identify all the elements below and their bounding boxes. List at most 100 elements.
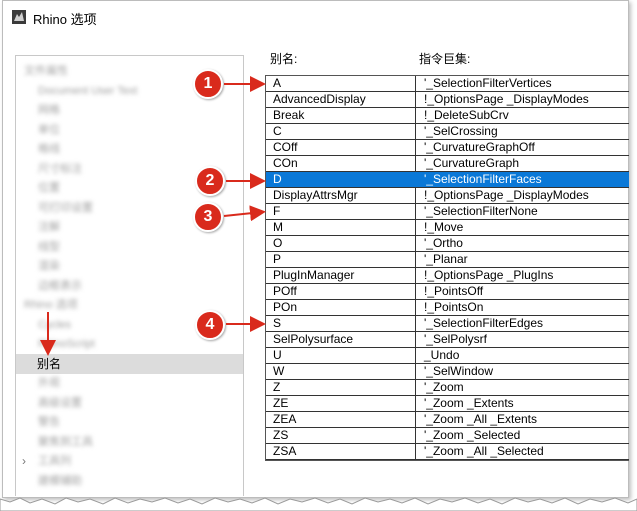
alias-macro-cell[interactable]: '_SelectionFilterNone (424, 204, 538, 219)
alias-name-cell[interactable]: ZSA (273, 444, 296, 459)
tree-item[interactable]: Rhino 选项 (24, 295, 78, 315)
alias-name-cell[interactable]: POff (273, 284, 297, 299)
tree-item[interactable]: 外观 (38, 373, 60, 393)
alias-row[interactable]: COn '_CurvatureGraph (266, 156, 629, 172)
alias-row[interactable]: ZEA '_Zoom _All _Extents (266, 412, 629, 428)
alias-name-cell[interactable]: Break (273, 108, 304, 123)
tree-item[interactable]: 格线 (38, 139, 60, 159)
alias-table[interactable]: A '_SelectionFilterVertices AdvancedDispla… (265, 75, 629, 461)
alias-macro-cell[interactable]: !_OptionsPage _DisplayModes (424, 188, 589, 203)
alias-macro-cell[interactable]: '_Zoom _Extents (424, 396, 514, 411)
alias-row[interactable]: SelPolysurface '_SelPolysrf (266, 332, 629, 348)
tree-item-aliases[interactable]: 别名 (16, 353, 243, 374)
alias-name-cell[interactable]: ZEA (273, 412, 296, 427)
alias-name-cell[interactable]: F (273, 204, 280, 219)
alias-macro-cell[interactable]: !_DeleteSubCrv (424, 108, 509, 123)
alias-name-cell[interactable]: C (273, 124, 282, 139)
alias-macro-cell[interactable]: !_PointsOff (424, 284, 483, 299)
alias-row[interactable]: P '_Planar (266, 252, 629, 268)
alias-macro-cell[interactable]: '_CurvatureGraphOff (424, 140, 535, 155)
alias-name-cell[interactable]: M (273, 220, 283, 235)
tree-item[interactable]: 工具列 (38, 451, 71, 471)
alias-row[interactable]: Break !_DeleteSubCrv (266, 108, 629, 124)
tree-item[interactable]: 注解 (38, 217, 60, 237)
tree-item[interactable]: 单位 (38, 120, 60, 140)
tree-item[interactable]: RhinoScript (38, 334, 95, 354)
tree-item[interactable]: 文件属性 (24, 61, 68, 81)
alias-name-cell[interactable]: D (273, 172, 282, 187)
alias-macro-cell[interactable]: !_PointsOn (424, 300, 483, 315)
tree-item[interactable]: 建模辅助 (38, 471, 82, 491)
alias-macro-cell[interactable]: _Undo (424, 348, 459, 363)
alias-row[interactable]: ZSA '_Zoom _All _Selected (266, 444, 629, 460)
alias-macro-cell[interactable]: '_SelectionFilterFaces (424, 172, 542, 187)
alias-macro-cell[interactable]: !_OptionsPage _PlugIns (424, 268, 553, 283)
alias-macro-cell[interactable]: !_Move (424, 220, 463, 235)
alias-row[interactable]: D '_SelectionFilterFaces (266, 172, 629, 188)
alias-macro-cell[interactable]: !_OptionsPage _DisplayModes (424, 92, 589, 107)
alias-name-cell[interactable]: SelPolysurface (273, 332, 353, 347)
alias-row[interactable]: PlugInManager !_OptionsPage _PlugIns (266, 268, 629, 284)
alias-row[interactable]: W '_SelWindow (266, 364, 629, 380)
tree-item[interactable]: 线型 (38, 237, 60, 257)
alias-row[interactable]: S '_SelectionFilterEdges (266, 316, 629, 332)
alias-row[interactable]: O '_Ortho (266, 236, 629, 252)
alias-name-cell[interactable]: ZS (273, 428, 288, 443)
alias-name-cell[interactable]: AdvancedDisplay (273, 92, 366, 107)
tree-item[interactable]: Cycles (38, 315, 71, 335)
alias-name-cell[interactable]: PlugInManager (273, 268, 354, 283)
alias-macro-cell[interactable]: '_SelWindow (424, 364, 493, 379)
alias-name-cell[interactable]: DisplayAttrsMgr (273, 188, 358, 203)
alias-row[interactable]: POn !_PointsOn (266, 300, 629, 316)
alias-name-cell[interactable]: COff (273, 140, 297, 155)
alias-row[interactable]: A '_SelectionFilterVertices (266, 76, 629, 92)
alias-name-cell[interactable]: POn (273, 300, 297, 315)
tree-item[interactable]: 高级设置 (38, 393, 82, 413)
alias-macro-cell[interactable]: '_Zoom _Selected (424, 428, 520, 443)
alias-macro-cell[interactable]: '_Zoom _All _Extents (424, 412, 537, 427)
expand-chevron-icon[interactable]: › (22, 451, 32, 471)
alias-name-cell[interactable]: COn (273, 156, 298, 171)
alias-macro-cell[interactable]: '_SelPolysrf (424, 332, 487, 347)
alias-row[interactable]: COff '_CurvatureGraphOff (266, 140, 629, 156)
column-divider (415, 316, 416, 331)
alias-macro-cell[interactable]: '_SelCrossing (424, 124, 498, 139)
alias-row[interactable]: M !_Move (266, 220, 629, 236)
alias-name-cell[interactable]: Z (273, 380, 280, 395)
alias-name-cell[interactable]: U (273, 348, 282, 363)
alias-row[interactable]: Z '_Zoom (266, 380, 629, 396)
alias-macro-cell[interactable]: '_Planar (424, 252, 468, 267)
alias-macro-cell[interactable]: '_SelectionFilterEdges (424, 316, 543, 331)
alias-row[interactable]: ZE '_Zoom _Extents (266, 396, 629, 412)
column-divider (415, 172, 416, 187)
alias-row[interactable]: AdvancedDisplay !_OptionsPage _DisplayMod… (266, 92, 629, 108)
alias-row[interactable]: F '_SelectionFilterNone (266, 204, 629, 220)
tree-item[interactable]: 网格 (38, 100, 60, 120)
alias-row[interactable]: ZS '_Zoom _Selected (266, 428, 629, 444)
alias-macro-cell[interactable]: '_Zoom _All _Selected (424, 444, 544, 459)
alias-macro-cell[interactable]: '_Ortho (424, 236, 463, 251)
alias-name-cell[interactable]: W (273, 364, 284, 379)
alias-name-cell[interactable]: S (273, 316, 281, 331)
alias-macro-cell[interactable]: '_CurvatureGraph (424, 156, 519, 171)
tree-item[interactable]: 尺寸标注 (38, 159, 82, 179)
alias-row[interactable]: DisplayAttrsMgr !_OptionsPage _DisplayMod… (266, 188, 629, 204)
tree-item[interactable]: Document User Text (38, 81, 137, 101)
tree-item[interactable]: 位置 (38, 178, 60, 198)
tree-item[interactable]: 聚焦到工具 (38, 432, 93, 452)
alias-row[interactable]: POff !_PointsOff (266, 284, 629, 300)
tree-item[interactable]: 警告 (38, 412, 60, 432)
alias-row[interactable]: U _Undo (266, 348, 629, 364)
alias-macro-cell[interactable]: '_Zoom (424, 380, 464, 395)
column-divider (415, 236, 416, 251)
alias-name-cell[interactable]: A (273, 76, 281, 91)
alias-name-cell[interactable]: ZE (273, 396, 288, 411)
alias-name-cell[interactable]: P (273, 252, 281, 267)
alias-row[interactable]: C '_SelCrossing (266, 124, 629, 140)
alias-macro-cell[interactable]: '_SelectionFilterVertices (424, 76, 552, 91)
options-tree[interactable]: 文件属性 Document User Text 网格 单位 格线 尺寸标注 位置 可打印设置注… (15, 55, 244, 496)
tree-item[interactable]: 边框表示 (38, 276, 82, 296)
tree-item[interactable]: 可打印设置 (38, 198, 93, 218)
alias-name-cell[interactable]: O (273, 236, 282, 251)
tree-item[interactable]: 渲染 (38, 256, 60, 276)
